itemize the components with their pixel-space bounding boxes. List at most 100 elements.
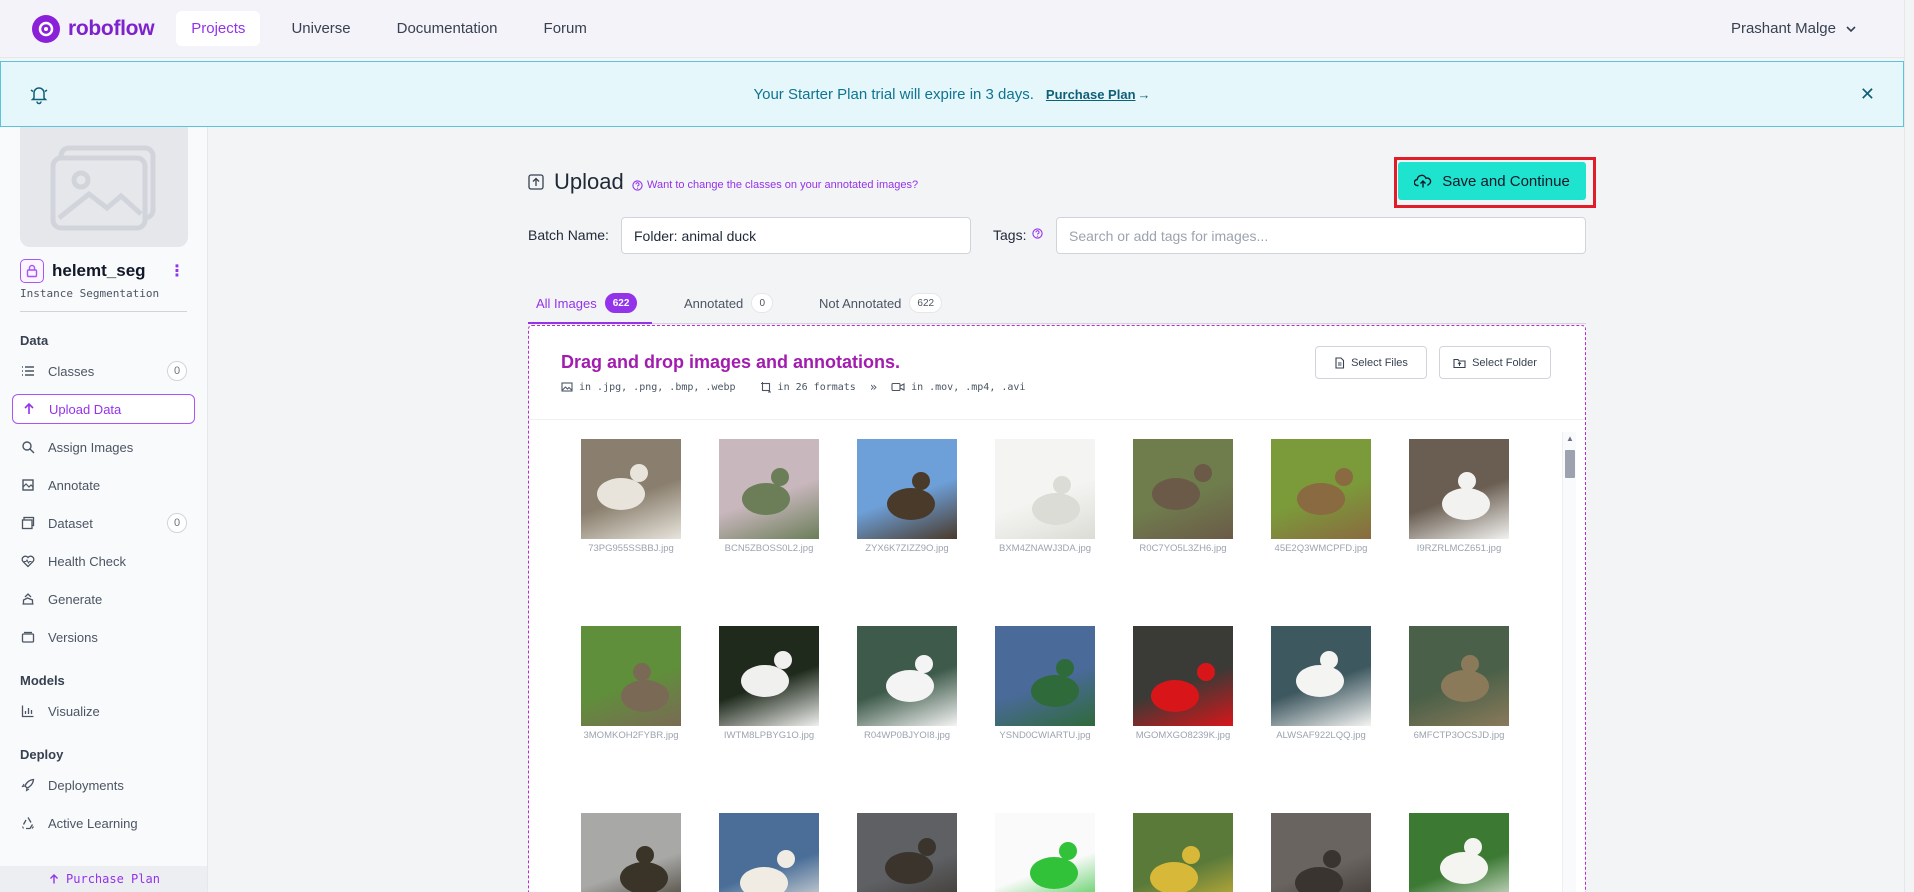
sidebar-item-active-learning[interactable]: Active Learning — [12, 808, 195, 838]
image-filename: R0C7YO5L3ZH6.jpg — [1139, 543, 1227, 554]
user-menu[interactable]: Prashant Malge — [1731, 20, 1858, 37]
image-thumbnail-card[interactable]: 73PG955SSBBJ.jpg — [581, 439, 681, 554]
image-thumbnail-card[interactable]: 3MOMKOH2FYBR.jpg — [581, 626, 681, 741]
more-vertical-icon[interactable]: ⋮ — [169, 261, 185, 281]
image-thumbnail[interactable] — [995, 439, 1095, 539]
upload-dropzone[interactable]: Drag and drop images and annotations. in… — [528, 325, 1586, 892]
image-thumbnail-card[interactable]: R0C7YO5L3ZH6.jpg — [1133, 439, 1233, 554]
duck-image-subject — [885, 838, 936, 884]
image-thumbnail[interactable] — [719, 813, 819, 892]
tab-annotated[interactable]: Annotated 0 — [684, 289, 774, 317]
roboflow-logo[interactable]: roboflow — [32, 14, 155, 43]
scroll-up-icon[interactable]: ▲ — [1566, 434, 1574, 443]
nav-documentation[interactable]: Documentation — [382, 11, 513, 46]
sidebar-item-visualize[interactable]: Visualize — [12, 696, 195, 726]
duck-image-subject — [887, 472, 935, 520]
tab-all-images[interactable]: All Images 622 — [536, 289, 638, 317]
image-thumbnail[interactable] — [581, 439, 681, 539]
sidebar-item-dataset[interactable]: Dataset 0 — [12, 508, 195, 538]
image-thumbnail[interactable] — [1133, 626, 1233, 726]
upload-header: Upload Want to change the classes on you… — [528, 157, 1596, 217]
image-thumbnail[interactable] — [857, 813, 957, 892]
image-thumbnail[interactable] — [995, 626, 1095, 726]
image-thumbnail-card[interactable]: ZYX6K7ZIZZ9O.jpg — [857, 439, 957, 554]
image-thumbnail-card[interactable]: BWWNUY4ELWS2.jpg — [1409, 813, 1509, 892]
image-thumbnail-card[interactable]: DX1VE3WJE6UC.jpg — [1133, 813, 1233, 892]
image-thumbnail[interactable] — [857, 439, 957, 539]
image-filename: I9RZRLMCZ651.jpg — [1416, 543, 1502, 554]
image-thumbnail[interactable] — [581, 626, 681, 726]
select-folder-button[interactable]: Select Folder — [1439, 346, 1551, 379]
page-scrollbar[interactable] — [1904, 0, 1914, 892]
annotate-icon — [20, 478, 36, 492]
change-classes-link[interactable]: Want to change the classes on your annot… — [632, 179, 918, 191]
select-files-button[interactable]: Select Files — [1315, 346, 1427, 379]
image-thumbnail-card[interactable]: 4P6SYSEQS40L.jpg — [581, 813, 681, 892]
image-thumbnail-card[interactable]: 6MFCTP3OCSJD.jpg — [1409, 626, 1509, 741]
image-thumbnail-card[interactable]: I116E3LAKOG.jpg — [995, 813, 1095, 892]
image-thumbnail-card[interactable]: S0J5JYDQADNA.jpg — [719, 813, 819, 892]
classes-count-badge: 0 — [167, 361, 187, 381]
image-thumbnail-card[interactable]: MGOMXGO8239K.jpg — [1133, 626, 1233, 741]
more-formats-link[interactable]: » — [870, 380, 877, 394]
sidebar-item-health-check[interactable]: Health Check — [12, 546, 195, 576]
sidebar-item-assign-images[interactable]: Assign Images — [12, 432, 195, 462]
sidebar-item-upload-data[interactable]: Upload Data — [12, 394, 195, 424]
image-thumbnail[interactable] — [1271, 439, 1371, 539]
image-thumbnail[interactable] — [1133, 439, 1233, 539]
image-thumbnail-card[interactable]: RN1H89JAZJPF.jpg — [857, 813, 957, 892]
image-thumbnail[interactable] — [581, 813, 681, 892]
image-thumbnail[interactable] — [1409, 439, 1509, 539]
image-thumbnail-card[interactable]: YSND0CWIARTU.jpg — [995, 626, 1095, 741]
upload-box-icon — [528, 174, 544, 190]
nav-projects[interactable]: Projects — [176, 11, 261, 46]
sidebar-item-classes[interactable]: Classes 0 — [12, 356, 195, 386]
image-thumbnail[interactable] — [1409, 626, 1509, 726]
image-thumbnail-card[interactable]: IWTM8LPBYG1O.jpg — [719, 626, 819, 741]
image-thumbnail[interactable] — [857, 626, 957, 726]
image-thumbnail[interactable] — [1271, 813, 1371, 892]
image-thumbnail[interactable] — [719, 439, 819, 539]
image-grid: 73PG955SSBBJ.jpg BCN5ZBOSS0L2.jpg ZYX6K7ZI… — [581, 439, 1521, 892]
tab-count-badge: 622 — [604, 293, 638, 313]
nav-universe[interactable]: Universe — [276, 11, 365, 46]
image-thumbnail[interactable] — [1409, 813, 1509, 892]
sidebar-item-generate[interactable]: Generate — [12, 584, 195, 614]
image-thumbnail[interactable] — [1271, 626, 1371, 726]
image-filename: YSND0CWIARTU.jpg — [999, 730, 1091, 741]
sidebar-item-versions[interactable]: Versions — [12, 622, 195, 652]
image-thumbnail-card[interactable]: I9RZRLMCZ651.jpg — [1409, 439, 1509, 554]
sidebar-item-label: Active Learning — [48, 815, 138, 831]
image-thumbnail-card[interactable]: 3H7D6OH7BV1J.jpg — [1271, 813, 1371, 892]
tags-help-icon[interactable] — [1032, 228, 1043, 239]
roboflow-logo-icon — [32, 14, 60, 43]
image-thumbnail[interactable] — [1133, 813, 1233, 892]
close-icon[interactable]: ✕ — [1860, 84, 1875, 105]
image-thumbnail-card[interactable]: BXM4ZNAWJ3DA.jpg — [995, 439, 1095, 554]
image-grid-scrollbar[interactable]: ▲ — [1562, 432, 1576, 892]
sidebar-item-label: Annotate — [48, 477, 101, 493]
tab-not-annotated[interactable]: Not Annotated 622 — [819, 289, 943, 317]
image-thumbnail-card[interactable]: ALWSAF922LQQ.jpg — [1271, 626, 1371, 741]
sidebar-item-deployments[interactable]: Deployments — [12, 770, 195, 800]
tags-input[interactable]: Search or add tags for images... — [1056, 217, 1586, 254]
duck-image-subject — [597, 464, 648, 510]
batch-name-input[interactable]: Folder: animal duck — [621, 217, 971, 254]
sidebar-purchase-plan[interactable]: Purchase Plan — [0, 866, 207, 892]
image-thumbnail-card[interactable]: R04WP0BJYOI8.jpg — [857, 626, 957, 741]
scrollbar-thumb[interactable] — [1565, 450, 1575, 478]
image-thumbnail-card[interactable]: 45E2Q3WMCPFD.jpg — [1271, 439, 1371, 554]
sidebar-item-label: Health Check — [48, 553, 127, 569]
image-thumbnail-card[interactable]: BCN5ZBOSS0L2.jpg — [719, 439, 819, 554]
image-thumbnail[interactable] — [995, 813, 1095, 892]
purchase-plan-link[interactable]: Purchase Plan — [1046, 87, 1136, 102]
image-filename: 6MFCTP3OCSJD.jpg — [1413, 730, 1505, 741]
sidebar-item-annotate[interactable]: Annotate — [12, 470, 195, 500]
duck-image-subject — [621, 663, 669, 712]
save-and-continue-button[interactable]: Save and Continue — [1398, 162, 1586, 200]
help-circle-icon — [632, 179, 643, 191]
dataset-count-badge: 0 — [167, 513, 187, 533]
image-thumbnail[interactable] — [719, 626, 819, 726]
project-thumbnail — [20, 127, 188, 247]
nav-forum[interactable]: Forum — [529, 11, 602, 46]
